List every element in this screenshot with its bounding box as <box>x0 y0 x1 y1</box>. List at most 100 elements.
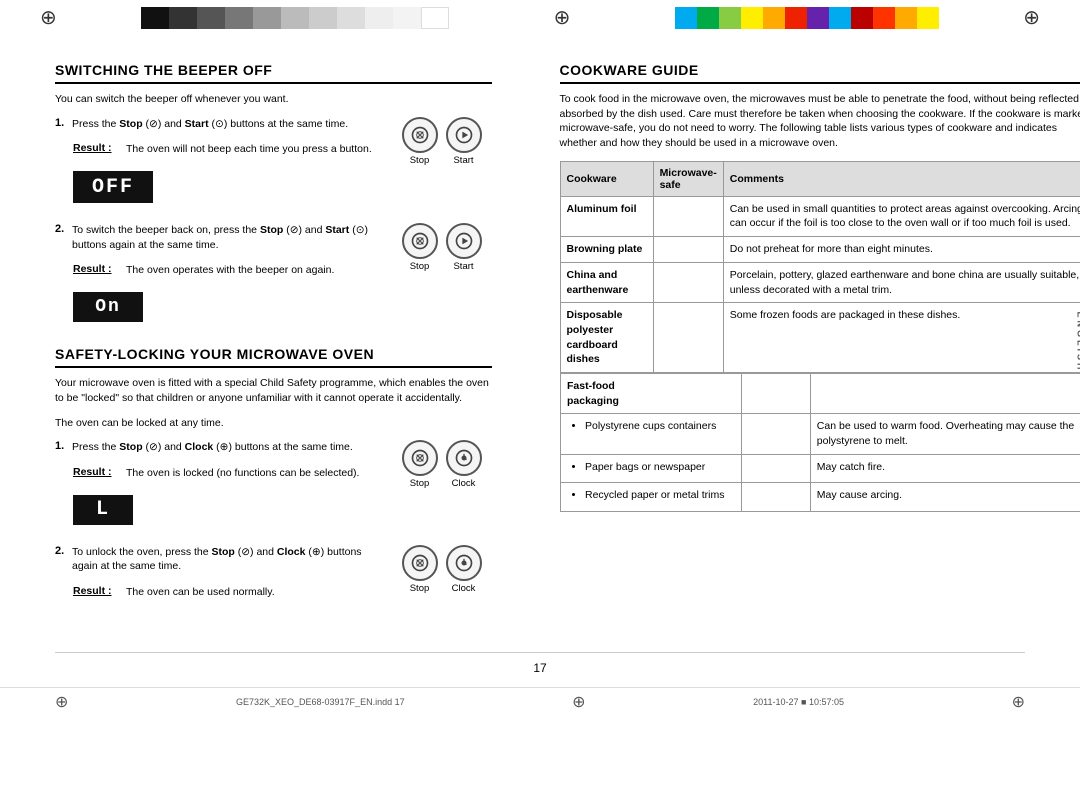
safety-section: SAFETY-LOCKING YOUR MICROWAVE OVEN Your … <box>55 346 492 608</box>
fast-food-title: Fast-foodpackaging <box>561 373 742 413</box>
fast-food-safe-1 <box>741 414 810 454</box>
cookware-comments: Some frozen foods are packaged in these … <box>723 303 1080 373</box>
fast-food-header-row: Fast-foodpackaging <box>561 373 1080 413</box>
step1-number: 1. <box>55 117 67 138</box>
cookware-title: COOKWARE GUIDE <box>560 62 1080 84</box>
cookware-comments: Can be used in small quantities to prote… <box>723 196 1080 236</box>
step3-result-label: Result : <box>73 466 118 478</box>
step3-display: L <box>73 495 133 525</box>
fast-food-row-3: Recycled paper or metal trims May cause … <box>561 483 1080 512</box>
col-comments: Comments <box>723 161 1080 196</box>
english-sidebar: ENGLISH <box>1075 311 1080 372</box>
col-microwave-safe: Microwave-safe <box>653 161 723 196</box>
stop-label-2: Stop <box>410 261 430 272</box>
bottom-center-reg: ⊕ <box>572 692 585 712</box>
gray-swatches <box>141 7 449 29</box>
step3-text: Press the Stop (⊘) and Clock (⊕) buttons… <box>72 440 353 455</box>
step4-result-label: Result : <box>73 585 118 597</box>
step4-text: To unlock the oven, press the Stop (⊘) a… <box>72 545 380 574</box>
fast-food-comment-3: May cause arcing. <box>810 483 1080 512</box>
step1-display: OFF <box>73 171 153 203</box>
cookware-name: China andearthenware <box>560 262 653 302</box>
table-row: China andearthenware Porcelain, pottery,… <box>560 262 1080 302</box>
fast-food-row-1: Polystyrene cups containers Can be used … <box>561 414 1080 454</box>
fast-food-comment-1: Can be used to warm food. Overheating ma… <box>810 414 1080 454</box>
top-center-reg: ⊕ <box>554 8 571 28</box>
clock-label-2: Clock <box>452 583 476 594</box>
cookware-safe <box>653 196 723 236</box>
step4-result-text: The oven can be used normally. <box>126 585 275 600</box>
fast-food-item-2: Paper bags or newspaper <box>585 460 735 476</box>
table-row: Fast-foodpackaging Polystyrene cups cont… <box>560 372 1080 512</box>
safety-intro: Your microwave oven is fitted with a spe… <box>55 376 492 405</box>
safety-step4: 2. To unlock the oven, press the Stop (⊘… <box>55 545 492 608</box>
stop-button-1: Stop <box>402 117 438 166</box>
step4-buttons: Stop Clock <box>392 545 492 594</box>
step1-result-label: Result : <box>73 142 118 154</box>
top-right-reg: ⊕ <box>1023 8 1040 28</box>
fast-food-list: Polystyrene cups containers <box>567 419 735 435</box>
fast-food-safe-3 <box>741 483 810 512</box>
step2-display: On <box>73 292 143 322</box>
cookware-name: Aluminum foil <box>560 196 653 236</box>
col-cookware: Cookware <box>560 161 653 196</box>
beeper-section: SWITCHING THE BEEPER OFF You can switch … <box>55 62 492 328</box>
beeper-title: SWITCHING THE BEEPER OFF <box>55 62 492 84</box>
table-row: Aluminum foil Can be used in small quant… <box>560 196 1080 236</box>
step2-number: 2. <box>55 223 67 258</box>
stop-button-4: Stop <box>402 545 438 594</box>
safety-note: The oven can be locked at any time. <box>55 416 492 431</box>
fast-food-comments-empty <box>810 373 1080 413</box>
fast-food-item-1: Polystyrene cups containers <box>585 419 735 435</box>
fast-food-subtable: Fast-foodpackaging Polystyrene cups cont… <box>560 373 1080 512</box>
page-number: 17 <box>533 661 546 675</box>
bottom-left-reg: ⊕ <box>55 692 68 712</box>
cookware-comments: Do not preheat for more than eight minut… <box>723 237 1080 263</box>
stop-label-1: Stop <box>410 155 430 166</box>
step2-buttons: Stop Start <box>392 223 492 272</box>
step2-text: To switch the beeper back on, press the … <box>72 223 380 252</box>
right-column: COOKWARE GUIDE To cook food in the micro… <box>560 62 1080 622</box>
fast-food-row-2: Paper bags or newspaper May catch fire. <box>561 454 1080 483</box>
footer-right-text: 2011-10-27 ■ 10:57:05 <box>753 697 844 707</box>
fast-food-safe <box>741 373 810 413</box>
start-button-2: Start <box>446 223 482 272</box>
fast-food-comment-2: May catch fire. <box>810 454 1080 483</box>
cookware-safe <box>653 262 723 302</box>
cookware-name: Disposablepolyester cardboarddishes <box>560 303 653 373</box>
step4-number: 2. <box>55 545 67 580</box>
step3-result-text: The oven is locked (no functions can be … <box>126 466 359 481</box>
step1-buttons: Stop Start <box>392 117 492 166</box>
start-label-2: Start <box>453 261 473 272</box>
cookware-safe <box>653 303 723 373</box>
bottom-right-reg: ⊕ <box>1012 692 1025 712</box>
beeper-step2: 2. To switch the beeper back on, press t… <box>55 223 492 328</box>
cookware-safe <box>653 237 723 263</box>
start-button-1: Start <box>446 117 482 166</box>
table-row: Browning plate Do not preheat for more t… <box>560 237 1080 263</box>
fast-food-list-2: Paper bags or newspaper <box>567 460 735 476</box>
step2-result-text: The oven operates with the beeper on aga… <box>126 263 334 278</box>
fast-food-list-3: Recycled paper or metal trims <box>567 488 735 504</box>
stop-label-3: Stop <box>410 478 430 489</box>
fast-food-item-3: Recycled paper or metal trims <box>585 488 735 504</box>
cookware-name: Browning plate <box>560 237 653 263</box>
cookware-intro: To cook food in the microwave oven, the … <box>560 92 1080 151</box>
step1-text: Press the Stop (⊘) and Start (⊙) buttons… <box>72 117 348 132</box>
step1-result-text: The oven will not beep each time you pre… <box>126 142 372 157</box>
clock-label-1: Clock <box>452 478 476 489</box>
fast-food-safe-2 <box>741 454 810 483</box>
clock-button-2: Clock <box>446 545 482 594</box>
cookware-comments: Porcelain, pottery, glazed earthenware a… <box>723 262 1080 302</box>
stop-button-2: Stop <box>402 223 438 272</box>
table-row: Disposablepolyester cardboarddishes Some… <box>560 303 1080 373</box>
beeper-intro: You can switch the beeper off whenever y… <box>55 92 492 107</box>
clock-button-1: Clock <box>446 440 482 489</box>
beeper-step1: 1. Press the Stop (⊘) and Start (⊙) butt… <box>55 117 492 209</box>
stop-label-4: Stop <box>410 583 430 594</box>
stop-button-3: Stop <box>402 440 438 489</box>
top-left-reg: ⊕ <box>40 8 57 28</box>
start-label-1: Start <box>453 155 473 166</box>
footer-left-text: GE732K_XEO_DE68-03917F_EN.indd 17 <box>236 697 405 707</box>
bottom-bar: ⊕ GE732K_XEO_DE68-03917F_EN.indd 17 ⊕ 20… <box>0 687 1080 716</box>
